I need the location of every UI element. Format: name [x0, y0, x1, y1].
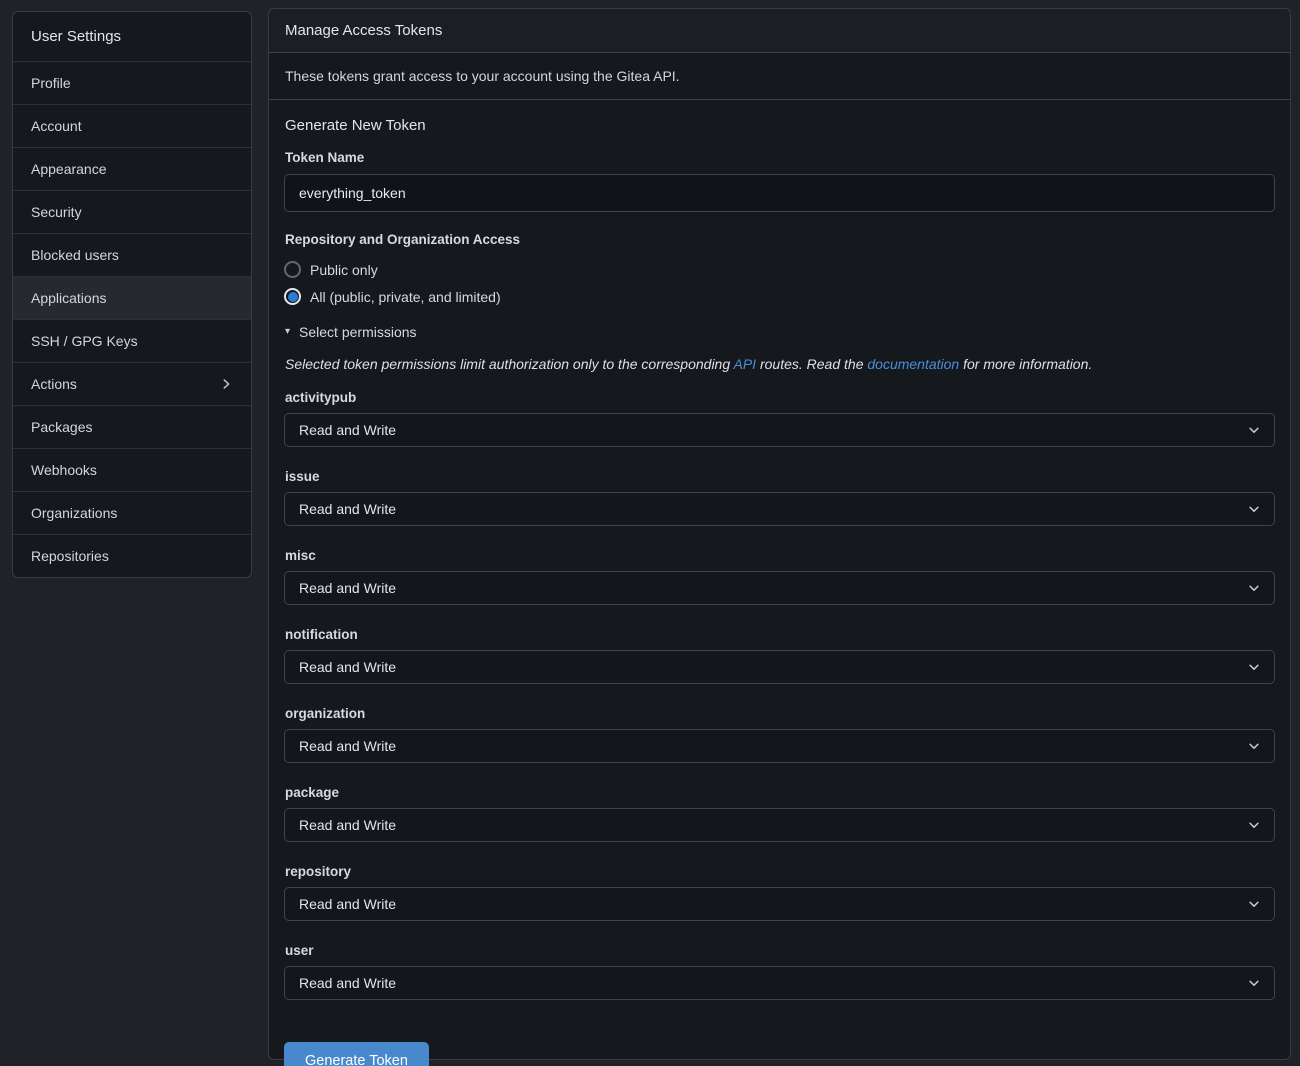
sidebar-item-repositories[interactable]: Repositories	[13, 534, 251, 577]
permission-label: organization	[285, 706, 1275, 721]
permission-label: misc	[285, 548, 1275, 563]
sidebar-item-appearance[interactable]: Appearance	[13, 147, 251, 190]
permission-group-notification: notification Read and Write	[284, 627, 1275, 684]
radio-all[interactable]: All (public, private, and limited)	[284, 283, 1275, 310]
chevron-down-icon	[1247, 581, 1261, 595]
sidebar-item-profile[interactable]: Profile	[13, 61, 251, 104]
sidebar-title: User Settings	[13, 12, 251, 61]
chevron-down-icon	[1247, 502, 1261, 516]
permission-select-user[interactable]: Read and Write	[284, 966, 1275, 1000]
sidebar-item-label: Repositories	[31, 548, 109, 564]
sidebar-item-label: Account	[31, 118, 82, 134]
permission-select-organization[interactable]: Read and Write	[284, 729, 1275, 763]
permission-label: user	[285, 943, 1275, 958]
permission-select-repository[interactable]: Read and Write	[284, 887, 1275, 921]
select-permissions-label: Select permissions	[299, 324, 417, 340]
generate-token-form: Generate New Token Token Name Repository…	[269, 100, 1290, 1066]
sidebar-item-webhooks[interactable]: Webhooks	[13, 448, 251, 491]
sidebar-item-security[interactable]: Security	[13, 190, 251, 233]
manage-access-tokens-panel: Manage Access Tokens These tokens grant …	[268, 8, 1291, 1060]
permission-label: activitypub	[285, 390, 1275, 405]
selected-option: Read and Write	[299, 659, 396, 675]
permission-group-organization: organization Read and Write	[284, 706, 1275, 763]
tokens-description: These tokens grant access to your accoun…	[269, 53, 1290, 100]
page-title: Manage Access Tokens	[269, 9, 1290, 53]
sidebar-item-label: Applications	[31, 290, 107, 306]
sidebar-item-label: Webhooks	[31, 462, 97, 478]
selected-option: Read and Write	[299, 738, 396, 754]
permission-group-package: package Read and Write	[284, 785, 1275, 842]
permission-group-activitypub: activitypub Read and Write	[284, 390, 1275, 447]
generate-new-token-heading: Generate New Token	[285, 117, 1275, 134]
sidebar-item-label: Security	[31, 204, 82, 220]
documentation-link[interactable]: documentation	[867, 356, 959, 372]
sidebar-item-label: Actions	[31, 376, 77, 392]
selected-option: Read and Write	[299, 817, 396, 833]
select-permissions-toggle[interactable]: ▾ Select permissions	[285, 324, 1275, 340]
selected-option: Read and Write	[299, 580, 396, 596]
access-scope-label: Repository and Organization Access	[285, 232, 1275, 247]
selected-option: Read and Write	[299, 975, 396, 991]
sidebar-item-label: Profile	[31, 75, 71, 91]
sidebar-item-label: Packages	[31, 419, 92, 435]
chevron-down-icon	[1247, 739, 1261, 753]
note-text: Selected token permissions limit authori…	[285, 356, 734, 372]
radio-all-label: All (public, private, and limited)	[310, 289, 501, 305]
permission-label: notification	[285, 627, 1275, 642]
generate-token-button[interactable]: Generate Token	[284, 1042, 429, 1066]
selected-option: Read and Write	[299, 896, 396, 912]
note-text: routes. Read the	[756, 356, 867, 372]
sidebar-item-account[interactable]: Account	[13, 104, 251, 147]
chevron-down-icon	[1247, 897, 1261, 911]
radio-public-only[interactable]: Public only	[284, 256, 1275, 283]
chevron-down-icon	[1247, 818, 1261, 832]
api-link[interactable]: API	[734, 356, 757, 372]
sidebar-item-label: SSH / GPG Keys	[31, 333, 138, 349]
token-name-input[interactable]	[284, 174, 1275, 212]
token-name-label: Token Name	[285, 150, 1275, 165]
sidebar-item-applications[interactable]: Applications	[13, 276, 251, 319]
radio-public-only-label: Public only	[310, 262, 378, 278]
permission-group-misc: misc Read and Write	[284, 548, 1275, 605]
triangle-down-icon: ▾	[285, 327, 290, 337]
permission-label: issue	[285, 469, 1275, 484]
sidebar-item-packages[interactable]: Packages	[13, 405, 251, 448]
permission-group-user: user Read and Write	[284, 943, 1275, 1000]
sidebar-item-organizations[interactable]: Organizations	[13, 491, 251, 534]
settings-sidebar: User Settings Profile Account Appearance…	[12, 11, 252, 578]
sidebar-item-actions[interactable]: Actions	[13, 362, 251, 405]
permission-select-activitypub[interactable]: Read and Write	[284, 413, 1275, 447]
sidebar-item-label: Appearance	[31, 161, 107, 177]
chevron-right-icon	[219, 377, 233, 391]
chevron-down-icon	[1247, 423, 1261, 437]
sidebar-item-ssh-gpg-keys[interactable]: SSH / GPG Keys	[13, 319, 251, 362]
sidebar-item-label: Organizations	[31, 505, 117, 521]
permission-select-issue[interactable]: Read and Write	[284, 492, 1275, 526]
sidebar-item-blocked-users[interactable]: Blocked users	[13, 233, 251, 276]
selected-option: Read and Write	[299, 501, 396, 517]
chevron-down-icon	[1247, 660, 1261, 674]
sidebar-item-label: Blocked users	[31, 247, 119, 263]
permission-label: repository	[285, 864, 1275, 879]
permission-select-misc[interactable]: Read and Write	[284, 571, 1275, 605]
permission-select-package[interactable]: Read and Write	[284, 808, 1275, 842]
radio-all-icon[interactable]	[284, 288, 301, 305]
permission-group-repository: repository Read and Write	[284, 864, 1275, 921]
permission-label: package	[285, 785, 1275, 800]
permissions-note: Selected token permissions limit authori…	[285, 356, 1275, 372]
permission-select-notification[interactable]: Read and Write	[284, 650, 1275, 684]
permission-group-issue: issue Read and Write	[284, 469, 1275, 526]
note-text: for more information.	[959, 356, 1092, 372]
selected-option: Read and Write	[299, 422, 396, 438]
radio-public-only-icon[interactable]	[284, 261, 301, 278]
chevron-down-icon	[1247, 976, 1261, 990]
